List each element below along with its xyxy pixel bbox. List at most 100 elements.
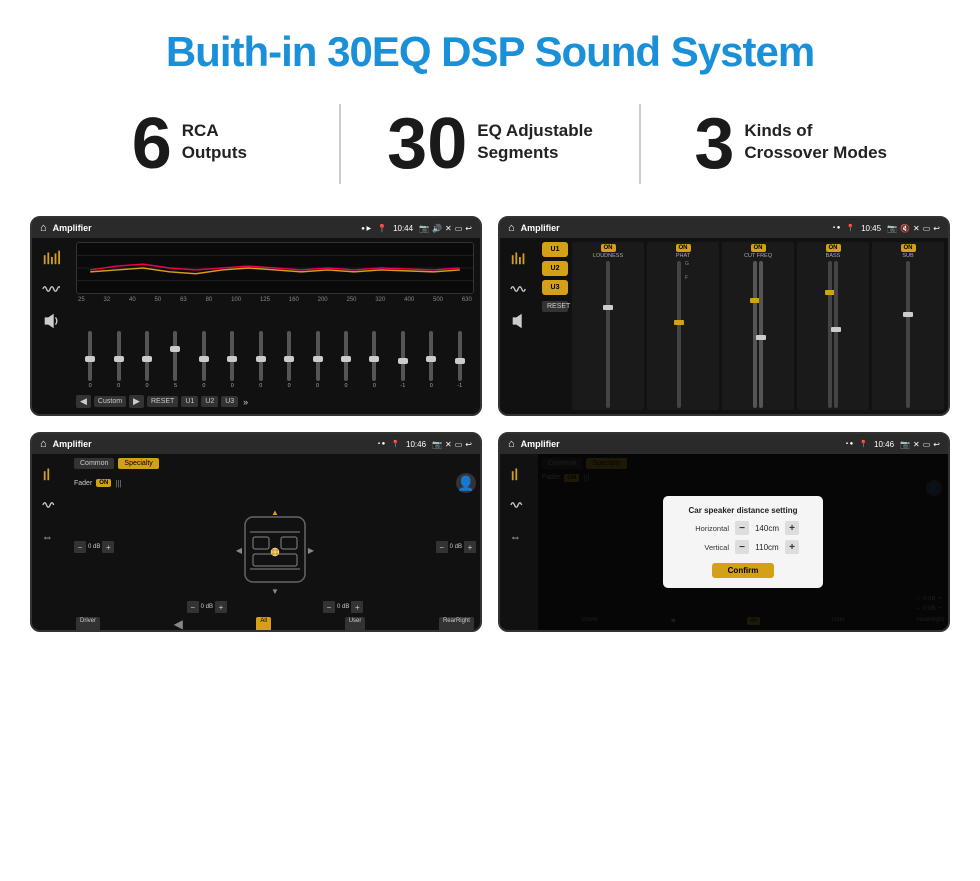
crossover-tabs: Common Specialty xyxy=(74,458,476,469)
eq-slider-6[interactable]: 0 xyxy=(249,331,273,389)
distance-wave-icon[interactable] xyxy=(506,494,532,516)
eq-slider-7[interactable]: 0 xyxy=(277,331,301,389)
amp-wave-icon[interactable] xyxy=(506,278,532,300)
eq-more-btn[interactable]: » xyxy=(243,397,248,407)
rearright-btn[interactable]: RearRight xyxy=(439,617,474,631)
sub-slider[interactable] xyxy=(906,261,910,408)
slider-thumb-5 xyxy=(227,356,237,362)
specialty-tab[interactable]: Specialty xyxy=(118,458,158,469)
eq-next-btn[interactable]: ▶ xyxy=(129,395,144,408)
distance-status-icons: 📷 ✕ ▭ ↩ xyxy=(900,440,940,449)
bass-slider2[interactable] xyxy=(834,261,838,408)
eq-slider-5[interactable]: 0 xyxy=(220,331,244,389)
horizontal-plus[interactable]: + xyxy=(785,521,799,535)
wave-icon[interactable] xyxy=(38,278,64,300)
screenshots-grid: ⌂ Amplifier ● ▶ 📍 10:44 📷 🔊 ✕ ▭ ↩ xyxy=(0,206,980,652)
home-icon[interactable]: ⌂ xyxy=(40,222,47,234)
eq-slider-4[interactable]: 0 xyxy=(192,331,216,389)
eq-slider-11[interactable]: -1 xyxy=(391,331,415,389)
horizontal-minus[interactable]: − xyxy=(735,521,749,535)
common-tab[interactable]: Common xyxy=(74,458,114,469)
speaker-balance-row: − 0 dB + xyxy=(74,497,476,597)
user-btn[interactable]: User xyxy=(345,617,366,631)
eq-screenshot: ⌂ Amplifier ● ▶ 📍 10:44 📷 🔊 ✕ ▭ ↩ xyxy=(30,216,482,416)
amp-screen-content: U1 U2 U3 RESET ON LOUDNESS xyxy=(500,238,948,414)
crossover-status-bar: ⌂ Amplifier ▪ ● 📍 10:46 📷 ✕ ▭ ↩ xyxy=(32,434,480,454)
phat-on-btn[interactable]: ON xyxy=(676,244,691,252)
amp-time: 10:45 xyxy=(861,224,881,233)
right-front-plus[interactable]: + xyxy=(464,541,476,553)
amp-status-icons: 📷 🔇 ✕ ▭ ↩ xyxy=(887,224,940,233)
sub-on-btn[interactable]: ON xyxy=(901,244,916,252)
speaker-icon[interactable] xyxy=(38,310,64,332)
eq-dot-icons: ● ▶ xyxy=(361,225,371,232)
distance-arrows-icon[interactable]: ⇔ xyxy=(506,526,532,548)
eq-slider-0[interactable]: 0 xyxy=(78,331,102,389)
distance-eq-icon[interactable] xyxy=(506,462,532,484)
eq-slider-13[interactable]: -1 xyxy=(447,331,471,389)
right-rear-minus[interactable]: − xyxy=(323,601,335,613)
slider-value-4: 0 xyxy=(202,383,205,389)
loudness-slider[interactable] xyxy=(606,261,610,408)
svg-text:▼: ▼ xyxy=(271,587,279,596)
left-rear-plus[interactable]: + xyxy=(215,601,227,613)
slider-value-5: 0 xyxy=(231,383,234,389)
eq-u1-btn[interactable]: U1 xyxy=(181,396,198,407)
bass-on-btn[interactable]: ON xyxy=(826,244,841,252)
fader-on-btn[interactable]: ON xyxy=(96,479,111,487)
slider-thumb-13 xyxy=(455,358,465,364)
left-front-plus[interactable]: + xyxy=(102,541,114,553)
stats-row: 6 RCA Outputs 30 EQ Adjustable Segments … xyxy=(0,94,980,206)
distance-screen-content: ⇔ Common Specialty Fader ON ||| xyxy=(500,454,948,630)
eq-slider-2[interactable]: 0 xyxy=(135,331,159,389)
crossover-screenshot: ⌂ Amplifier ▪ ● 📍 10:46 📷 ✕ ▭ ↩ ⇔ xyxy=(30,432,482,632)
all-btn[interactable]: All xyxy=(256,617,271,631)
vertical-minus[interactable]: − xyxy=(735,540,749,554)
distance-home-icon[interactable]: ⌂ xyxy=(508,438,515,450)
slider-track-10 xyxy=(372,331,376,381)
vertical-plus[interactable]: + xyxy=(785,540,799,554)
amp-eq-icon[interactable] xyxy=(506,246,532,268)
cutfreq-slider2[interactable] xyxy=(759,261,763,408)
cutfreq-on-btn[interactable]: ON xyxy=(751,244,766,252)
eq-slider-10[interactable]: 0 xyxy=(362,331,386,389)
amp-u2-preset[interactable]: U2 xyxy=(542,261,568,276)
loudness-on-btn[interactable]: ON xyxy=(601,244,616,252)
eq-slider-9[interactable]: 0 xyxy=(334,331,358,389)
stat-divider-1 xyxy=(339,104,341,184)
crossover-home-icon[interactable]: ⌂ xyxy=(40,438,47,450)
crossover-eq-icon[interactable] xyxy=(38,462,64,484)
vertical-ctrl: − 110cm + xyxy=(735,540,799,554)
amp-channel-sub: ON SUB xyxy=(872,242,944,410)
amp-reset-btn[interactable]: RESET xyxy=(542,301,568,312)
eq-u3-btn[interactable]: U3 xyxy=(221,396,238,407)
eq-u2-btn[interactable]: U2 xyxy=(201,396,218,407)
equalizer-icon[interactable] xyxy=(38,246,64,268)
bass-slider1[interactable] xyxy=(828,261,832,408)
left-front-minus[interactable]: − xyxy=(74,541,86,553)
driver-btn[interactable]: Driver xyxy=(76,617,100,631)
right-rear-plus[interactable]: + xyxy=(351,601,363,613)
phat-slider[interactable] xyxy=(677,261,681,408)
eq-screen-content: 253240506380100125160200250320400500630 … xyxy=(32,238,480,414)
eq-prev-btn[interactable]: ◀ xyxy=(76,395,91,408)
eq-slider-3[interactable]: 5 xyxy=(163,331,187,389)
eq-reset-btn[interactable]: RESET xyxy=(147,396,178,407)
confirm-btn[interactable]: Confirm xyxy=(712,563,775,578)
slider-track-12 xyxy=(429,331,433,381)
amp-u3-preset[interactable]: U3 xyxy=(542,280,568,295)
amp-u1-preset[interactable]: U1 xyxy=(542,242,568,257)
crossover-wave-icon[interactable] xyxy=(38,494,64,516)
left-rear-minus[interactable]: − xyxy=(187,601,199,613)
right-front-minus[interactable]: − xyxy=(436,541,448,553)
eq-slider-1[interactable]: 0 xyxy=(106,331,130,389)
eq-slider-12[interactable]: 0 xyxy=(419,331,443,389)
crossover-arrows-icon[interactable]: ⇔ xyxy=(38,526,64,548)
slider-thumb-12 xyxy=(426,356,436,362)
amp-speaker-icon[interactable] xyxy=(506,310,532,332)
amp-home-icon[interactable]: ⌂ xyxy=(508,222,515,234)
amp-channel-loudness: ON LOUDNESS xyxy=(572,242,644,410)
slider-value-1: 0 xyxy=(117,383,120,389)
eq-custom-btn[interactable]: Custom xyxy=(94,396,126,407)
eq-slider-8[interactable]: 0 xyxy=(305,331,329,389)
